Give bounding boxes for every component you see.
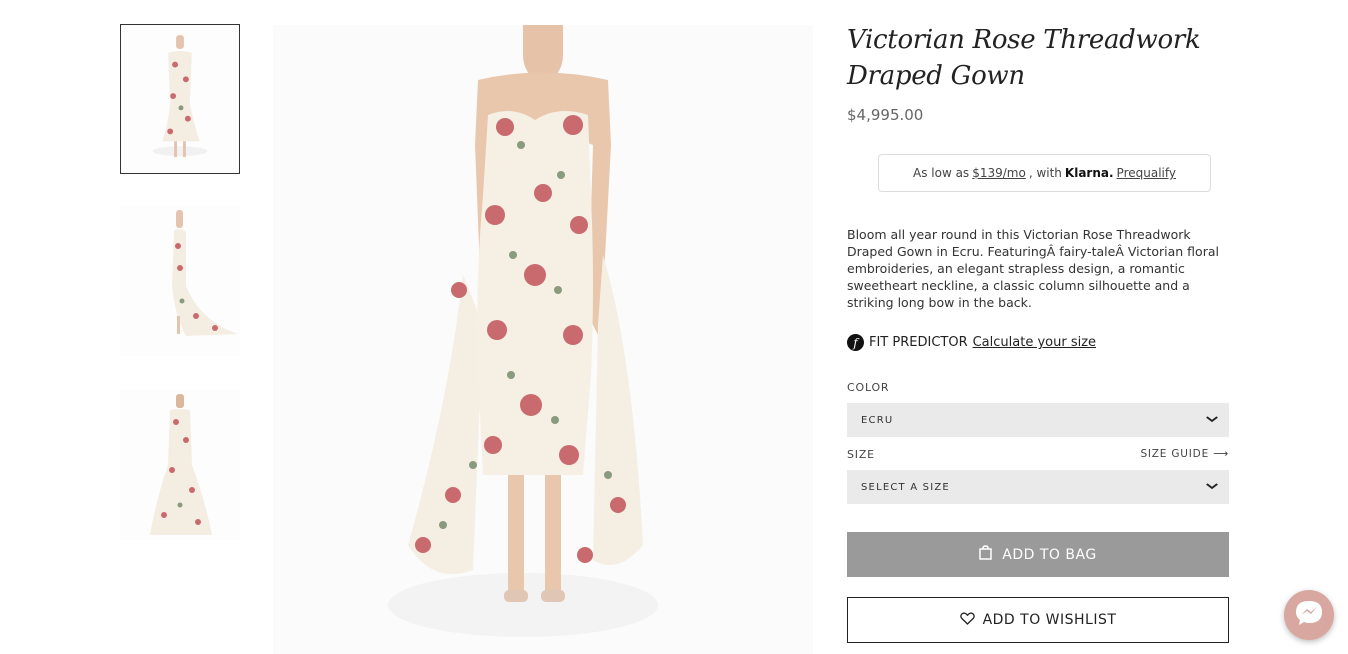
thumbnail-1[interactable]: [120, 24, 240, 174]
gown-illustration: [273, 25, 813, 654]
product-price: $4,995.00: [847, 106, 924, 124]
calculate-size-link[interactable]: Calculate your size: [973, 335, 1096, 350]
messenger-chat-button[interactable]: [1284, 590, 1334, 640]
fit-predictor-label: FIT PREDICTOR: [869, 335, 968, 350]
product-info: Victorian Rose Threadwork Draped Gown $4…: [847, 22, 1229, 124]
color-selected-value: ECRU: [861, 414, 894, 426]
size-label: SIZE: [847, 448, 875, 461]
fit-predictor-icon: f: [847, 334, 864, 351]
klarna-prefix: As low as: [913, 166, 970, 180]
heart-icon: [959, 611, 975, 629]
add-to-bag-label: ADD TO BAG: [1002, 546, 1097, 563]
color-select[interactable]: ECRU: [847, 403, 1229, 437]
klarna-banner: As low as $139/mo, with Klarna. Prequali…: [878, 154, 1211, 192]
thumbnail-3[interactable]: [120, 390, 240, 540]
size-select[interactable]: SELECT A SIZE: [847, 470, 1229, 504]
messenger-icon: [1294, 599, 1324, 631]
main-product-image[interactable]: [273, 25, 813, 654]
klarna-prequalify-link[interactable]: Prequalify: [1117, 166, 1176, 180]
thumbnail-2[interactable]: [120, 206, 240, 356]
product-title: Victorian Rose Threadwork Draped Gown: [847, 25, 1201, 91]
thumbnail-image-back: [120, 390, 240, 540]
klarna-logo: Klarna.: [1064, 166, 1114, 180]
fit-predictor: f FIT PREDICTOR Calculate your size: [847, 334, 1096, 351]
add-to-wishlist-button[interactable]: ADD TO WISHLIST: [847, 597, 1229, 643]
chevron-down-icon: [1206, 482, 1219, 493]
bag-icon: [979, 545, 993, 564]
chevron-down-icon: [1206, 415, 1219, 426]
add-to-wishlist-label: ADD TO WISHLIST: [982, 612, 1117, 628]
add-to-bag-button[interactable]: ADD TO BAG: [847, 532, 1229, 577]
thumbnail-image-front: [121, 25, 239, 173]
color-label: COLOR: [847, 381, 890, 394]
product-description: Bloom all year round in this Victorian R…: [847, 227, 1219, 310]
klarna-amount-link[interactable]: $139/mo: [972, 166, 1026, 180]
thumbnail-image-side: [120, 206, 240, 356]
size-placeholder: SELECT A SIZE: [861, 481, 950, 493]
klarna-with: , with: [1028, 166, 1062, 180]
size-guide-link[interactable]: SIZE GUIDE ⟶: [1130, 448, 1229, 460]
